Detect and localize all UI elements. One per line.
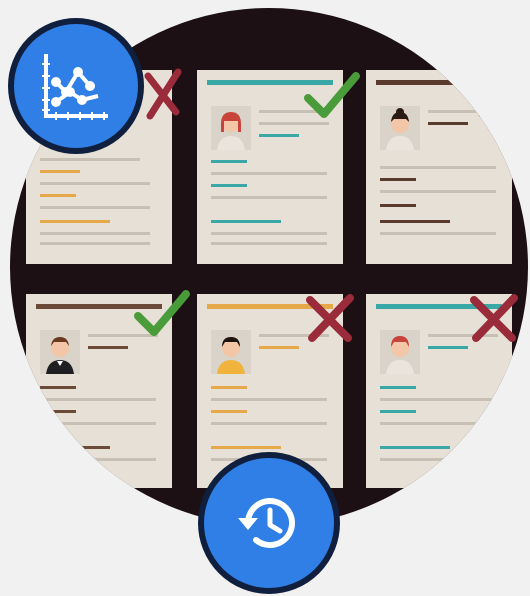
cross-icon xyxy=(470,294,518,342)
avatar xyxy=(211,106,251,150)
check-icon xyxy=(304,72,360,118)
check-icon xyxy=(134,290,190,336)
cross-icon xyxy=(144,68,182,120)
avatar xyxy=(380,330,420,374)
cross-icon xyxy=(476,80,508,118)
analytics-badge[interactable] xyxy=(8,18,144,154)
avatar xyxy=(211,330,251,374)
chart-icon xyxy=(42,54,108,120)
cross-icon xyxy=(306,294,354,342)
avatar xyxy=(380,106,420,150)
history-badge[interactable] xyxy=(198,452,340,594)
history-icon xyxy=(238,498,295,549)
avatar xyxy=(40,330,80,374)
